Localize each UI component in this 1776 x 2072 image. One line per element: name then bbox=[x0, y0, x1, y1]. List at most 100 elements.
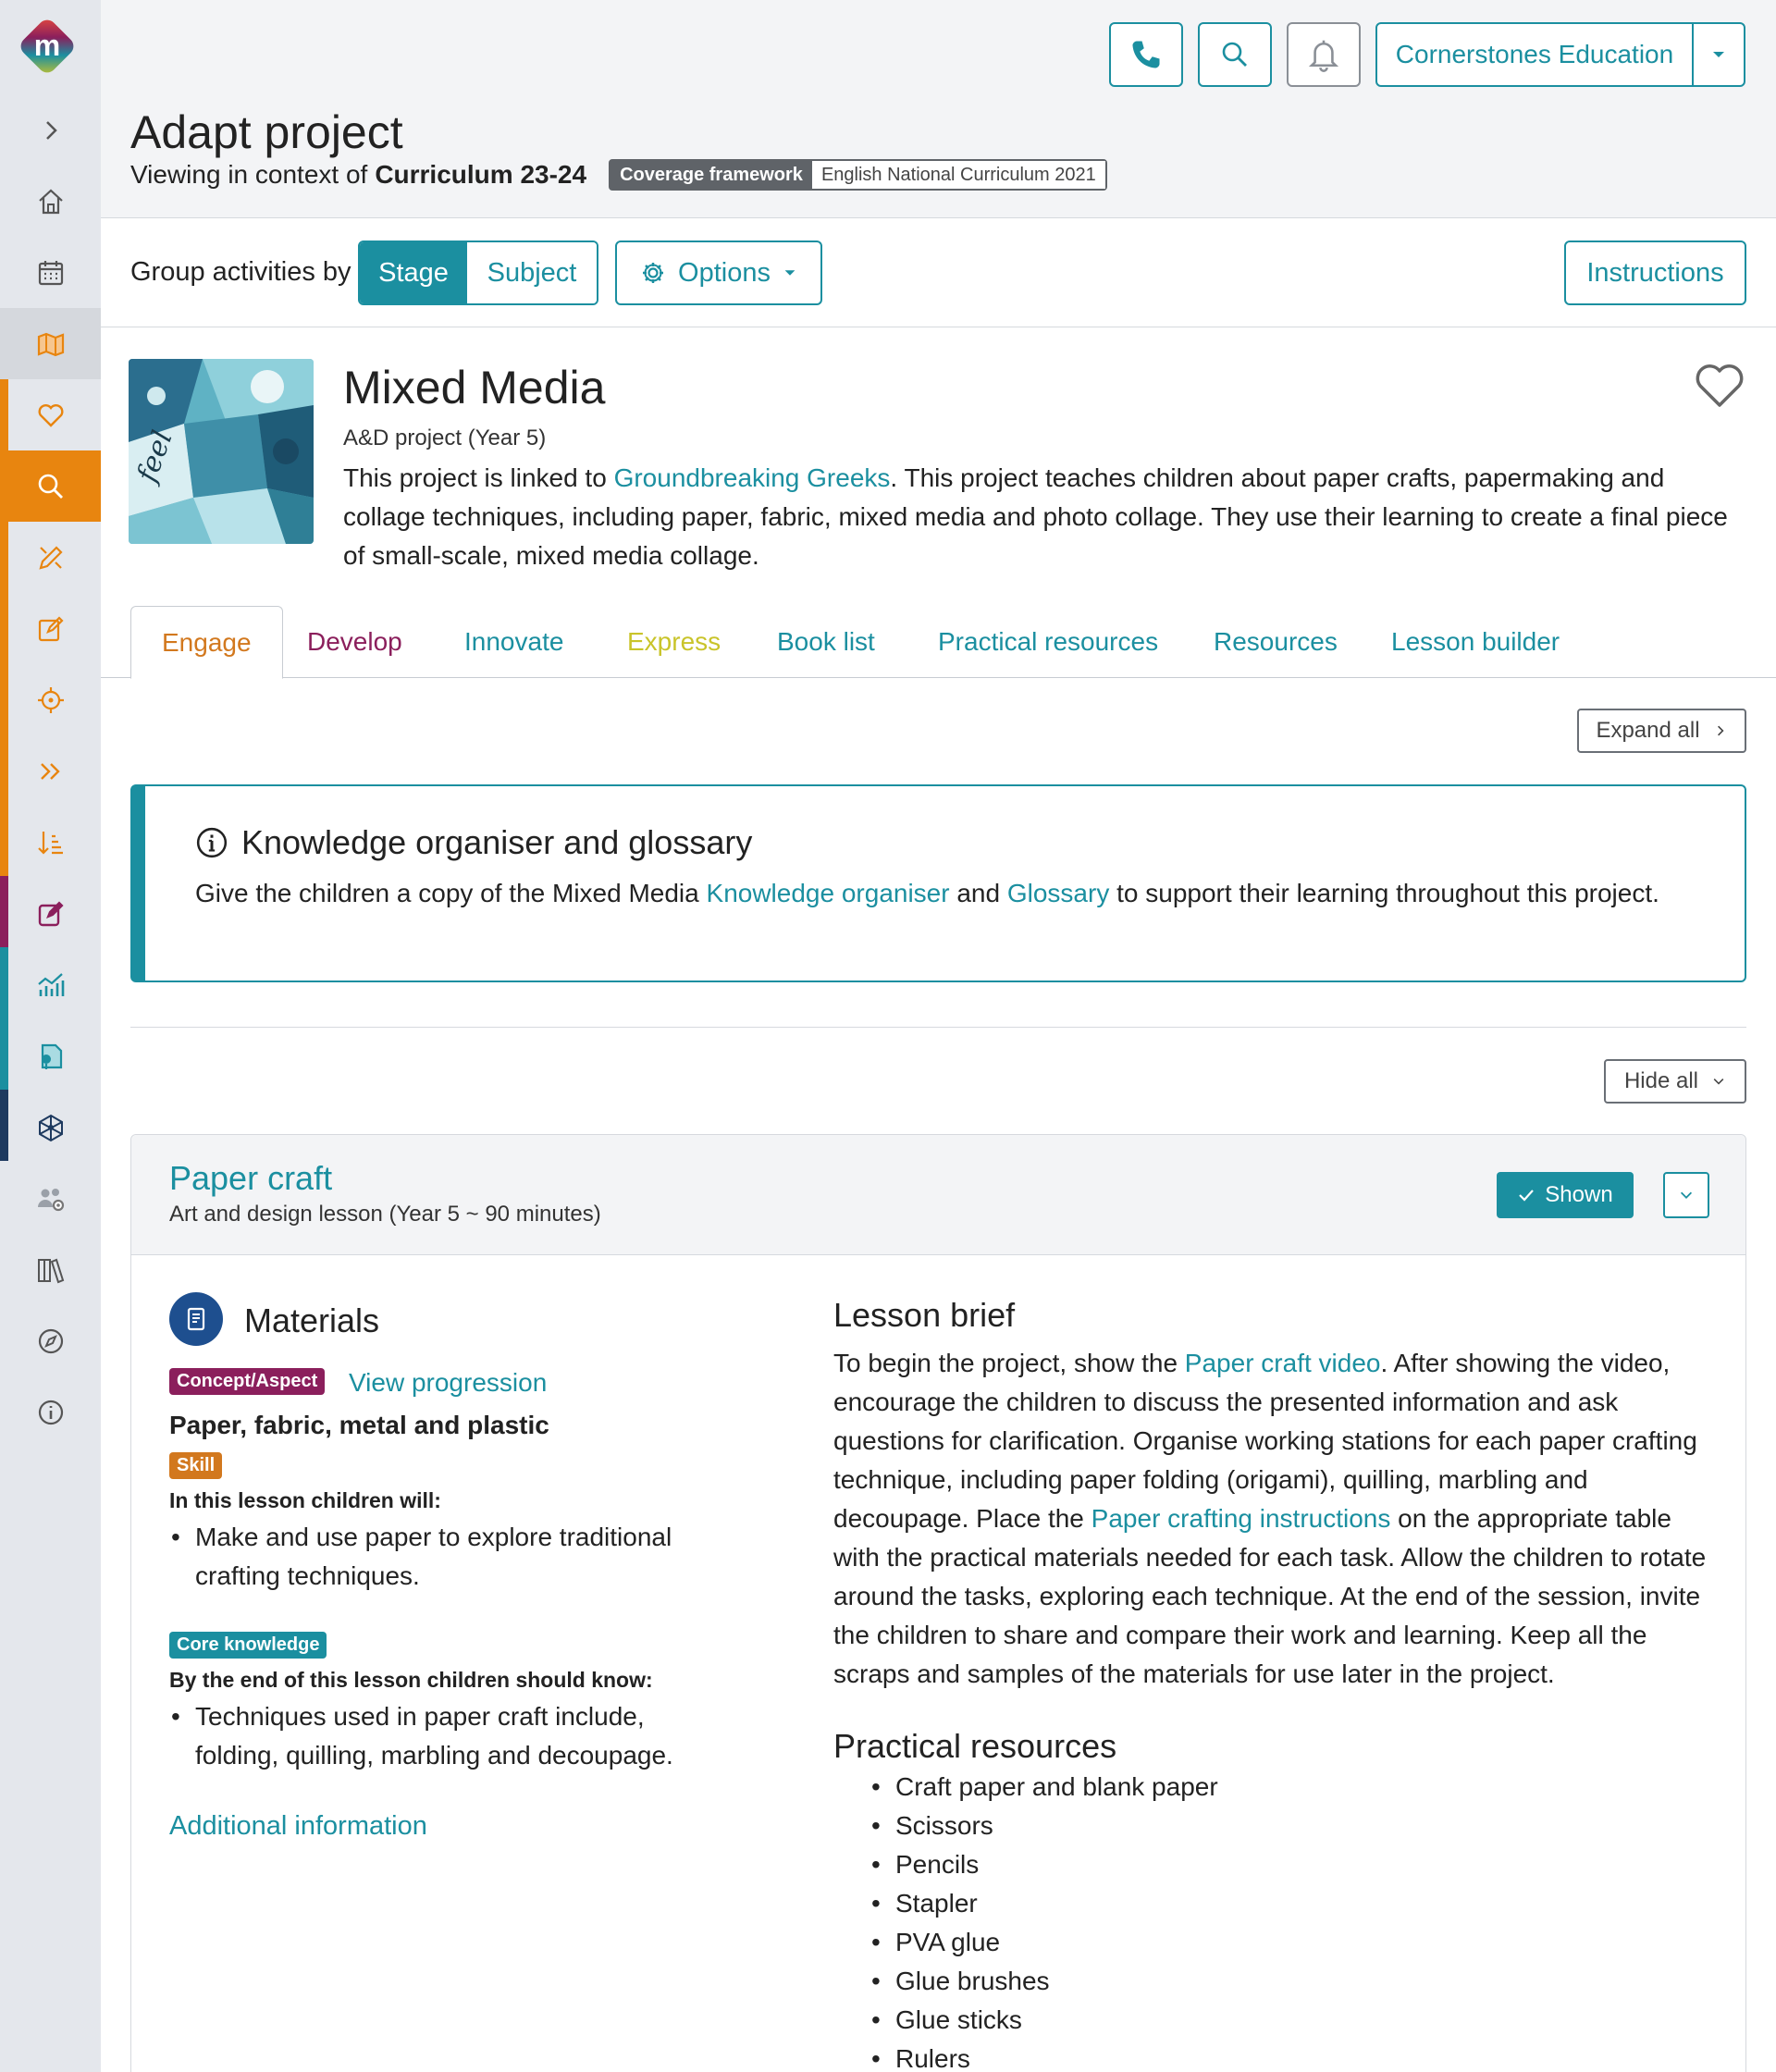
skill-tag: Skill bbox=[169, 1452, 223, 1479]
list-item: PVA glue bbox=[870, 1923, 1218, 1962]
knowledge-organiser-link[interactable]: Knowledge organiser bbox=[707, 879, 950, 907]
coverage-key: Coverage framework bbox=[610, 161, 812, 189]
tab-express[interactable]: Express bbox=[627, 606, 721, 678]
view-progression-link[interactable]: View progression bbox=[349, 1368, 547, 1398]
lesson-collapse-button[interactable] bbox=[1663, 1172, 1709, 1218]
ko-text-after: to support their learning throughout thi… bbox=[1116, 879, 1659, 907]
coverage-framework-badge: Coverage framework English National Curr… bbox=[609, 159, 1107, 191]
check-icon bbox=[1519, 1190, 1535, 1202]
tab-resources[interactable]: Resources bbox=[1214, 606, 1338, 678]
options-dropdown[interactable]: Options bbox=[615, 240, 822, 305]
curriculum-context: Viewing in context of Curriculum 23-24 C… bbox=[130, 159, 1107, 191]
expand-all-label: Expand all bbox=[1596, 718, 1700, 743]
expand-all-button[interactable]: Expand all bbox=[1577, 709, 1746, 753]
materials-heading: Materials bbox=[244, 1301, 380, 1339]
tab-practical-resources[interactable]: Practical resources bbox=[938, 606, 1158, 678]
phone-button[interactable] bbox=[1109, 22, 1183, 87]
search-icon[interactable] bbox=[0, 450, 101, 522]
options-label: Options bbox=[678, 257, 771, 288]
search-button[interactable] bbox=[1198, 22, 1272, 87]
search-icon bbox=[1222, 42, 1247, 67]
ko-text-before: Give the children a copy of the Mixed Me… bbox=[195, 879, 699, 907]
edit-icon[interactable] bbox=[0, 593, 101, 664]
network-icon[interactable] bbox=[0, 1092, 101, 1163]
ko-text-mid: and bbox=[956, 879, 1001, 907]
group-by-label: Group activities by bbox=[130, 257, 352, 287]
list-item: Scissors bbox=[870, 1807, 1218, 1845]
pencil-ruler-icon[interactable] bbox=[0, 522, 101, 593]
logo-icon[interactable]: m bbox=[15, 14, 80, 79]
practical-resources-list: Craft paper and blank paper Scissors Pen… bbox=[870, 1768, 1218, 2072]
page-header: Cornerstones Education Adapt project Vie… bbox=[101, 0, 1776, 218]
knowledge-organiser-panel: Knowledge organiser and glossary Give th… bbox=[130, 784, 1746, 982]
compass-icon[interactable] bbox=[0, 1305, 101, 1376]
map-icon[interactable] bbox=[0, 308, 101, 379]
users-gear-icon[interactable] bbox=[0, 1163, 101, 1234]
brief-text-1: To begin the project, show the bbox=[833, 1349, 1178, 1377]
shown-toggle-button[interactable]: Shown bbox=[1497, 1172, 1634, 1218]
document-pin-icon[interactable] bbox=[0, 1020, 101, 1092]
lesson-card: Paper craft Art and design lesson (Year … bbox=[130, 1134, 1746, 2072]
calendar-icon[interactable] bbox=[0, 237, 101, 308]
context-prefix: Viewing in context of bbox=[130, 160, 368, 189]
heart-icon[interactable] bbox=[0, 379, 101, 450]
paper-crafting-instructions-link[interactable]: Paper crafting instructions bbox=[1092, 1504, 1391, 1533]
instructions-button[interactable]: Instructions bbox=[1564, 240, 1746, 305]
organisation-name: Cornerstones Education bbox=[1377, 24, 1694, 85]
project-tabs: Engage Develop Innovate Express Book lis… bbox=[101, 606, 1776, 679]
favourite-heart-icon[interactable] bbox=[1693, 361, 1746, 409]
core-knowledge-intro: By the end of this lesson children shoul… bbox=[169, 1668, 653, 1692]
context-value: Curriculum 23-24 bbox=[375, 160, 587, 189]
notifications-button[interactable] bbox=[1287, 22, 1361, 87]
project-thumbnail: feel bbox=[129, 359, 314, 544]
tab-engage[interactable]: Engage bbox=[130, 606, 283, 679]
chevron-right-icon bbox=[1717, 725, 1724, 736]
caret-down-icon[interactable] bbox=[1694, 24, 1744, 85]
paper-craft-video-link[interactable]: Paper craft video bbox=[1185, 1349, 1381, 1377]
organisation-dropdown[interactable]: Cornerstones Education bbox=[1375, 22, 1745, 87]
gear-icon bbox=[643, 263, 664, 283]
caret-down-icon bbox=[784, 270, 796, 276]
chevron-down-icon bbox=[1713, 1079, 1724, 1085]
sort-icon[interactable] bbox=[0, 807, 101, 878]
info-icon[interactable] bbox=[0, 1376, 101, 1448]
knowledge-organiser-heading: Knowledge organiser and glossary bbox=[195, 823, 752, 862]
list-item: Craft paper and blank paper bbox=[870, 1768, 1218, 1807]
lesson-subtitle: Art and design lesson (Year 5 ~ 90 minut… bbox=[169, 1202, 601, 1227]
lesson-brief-heading: Lesson brief bbox=[833, 1296, 1016, 1334]
hide-all-label: Hide all bbox=[1623, 1068, 1699, 1093]
core-knowledge-tag: Core knowledge bbox=[169, 1632, 327, 1659]
group-by-subject-button[interactable]: Subject bbox=[467, 242, 597, 303]
core-knowledge-list: Techniques used in paper craft include, … bbox=[169, 1697, 724, 1775]
glossary-link[interactable]: Glossary bbox=[1007, 879, 1109, 907]
home-icon[interactable] bbox=[0, 166, 101, 237]
target-icon[interactable] bbox=[0, 664, 101, 735]
expand-icon[interactable] bbox=[0, 94, 101, 166]
additional-information-link[interactable]: Additional information bbox=[169, 1811, 427, 1842]
shown-label: Shown bbox=[1545, 1182, 1613, 1207]
toolbar: Group activities by Stage Subject Option… bbox=[101, 218, 1776, 327]
tab-book-list[interactable]: Book list bbox=[777, 606, 875, 678]
tab-lesson-builder[interactable]: Lesson builder bbox=[1391, 606, 1560, 678]
group-by-toggle: Stage Subject bbox=[358, 240, 598, 305]
linked-project-link[interactable]: Groundbreaking Greeks bbox=[614, 463, 891, 492]
concept-text: Paper, fabric, metal and plastic bbox=[169, 1411, 549, 1439]
skill-item: Make and use paper to explore traditiona… bbox=[169, 1518, 724, 1596]
double-chevron-icon[interactable] bbox=[0, 735, 101, 807]
lesson-brief-text: To begin the project, show the Paper cra… bbox=[833, 1344, 1712, 1694]
edit-square-icon[interactable] bbox=[0, 878, 101, 949]
tab-develop[interactable]: Develop bbox=[307, 606, 402, 678]
project-description: This project is linked to Groundbreaking… bbox=[343, 459, 1740, 575]
concept-aspect-tag: Concept/Aspect bbox=[169, 1368, 326, 1395]
books-icon[interactable] bbox=[0, 1234, 101, 1305]
knowledge-organiser-text: Give the children a copy of the Mixed Me… bbox=[195, 879, 1659, 908]
tab-innovate[interactable]: Innovate bbox=[464, 606, 563, 678]
lesson-title[interactable]: Paper craft bbox=[169, 1159, 332, 1198]
group-by-stage-button[interactable]: Stage bbox=[360, 242, 467, 303]
phone-icon bbox=[1132, 41, 1160, 68]
project-subtitle: A&D project (Year 5) bbox=[343, 426, 547, 450]
chart-icon[interactable] bbox=[0, 949, 101, 1020]
project-desc-prefix: This project is linked to bbox=[343, 463, 607, 492]
hide-all-button[interactable]: Hide all bbox=[1604, 1059, 1746, 1104]
list-item: Pencils bbox=[870, 1845, 1218, 1884]
